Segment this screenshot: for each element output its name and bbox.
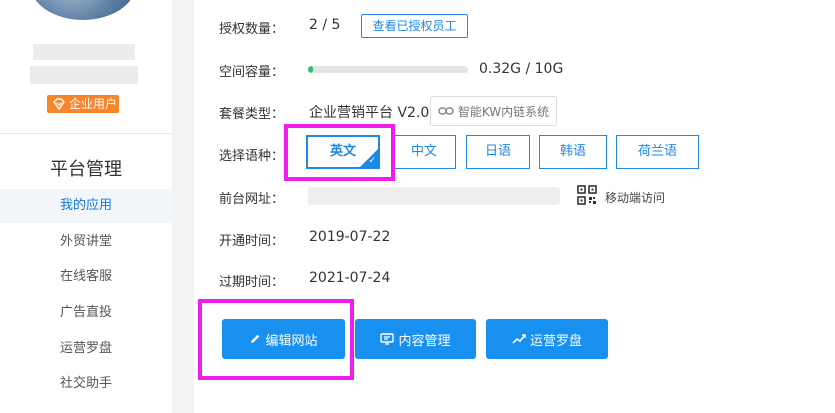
storage-value: 0.32G / 10G	[479, 61, 564, 77]
sidebar-item-trade-class[interactable]: 外贸讲堂	[0, 225, 172, 259]
storage-progress-bar	[308, 66, 468, 73]
language-option-dutch[interactable]: 荷兰语	[616, 135, 699, 169]
expire-time-label: 过期时间：	[219, 275, 285, 290]
trend-chart-icon	[512, 334, 526, 344]
language-option-japanese[interactable]: 日语	[466, 135, 530, 169]
highlight-edit-site	[198, 299, 354, 380]
sidebar-item-ad-direct[interactable]: 广告直投	[0, 296, 172, 330]
username-redacted	[33, 44, 135, 60]
expire-time-value: 2021-07-24	[309, 270, 391, 286]
language-option-chinese[interactable]: 中文	[392, 135, 456, 169]
storage-progress-fill	[308, 66, 314, 73]
sidebar-item-operation-compass[interactable]: 运营罗盘	[0, 332, 172, 366]
enterprise-user-badge: 企业用户	[47, 95, 119, 113]
content-manage-button[interactable]: 内容管理	[355, 319, 476, 359]
site-url-label: 前台网址：	[219, 192, 285, 207]
qr-code-icon[interactable]	[577, 185, 597, 205]
sidebar-separator	[0, 133, 172, 134]
sidebar-section-title: 平台管理	[50, 159, 122, 180]
sidebar-item-social-assistant[interactable]: 社交助手	[0, 367, 172, 401]
operation-compass-label: 运营罗盘	[529, 333, 582, 349]
kw-system-label: 智能KW内链系统	[457, 104, 550, 119]
sidebar-divider	[172, 0, 194, 413]
site-url-redacted[interactable]	[308, 187, 560, 205]
mobile-visit-link[interactable]: 移动端访问	[605, 189, 665, 206]
kw-system-button[interactable]: 智能KW内链系统	[430, 96, 557, 126]
open-time-label: 开通时间：	[219, 234, 285, 249]
license-label: 授权数量：	[219, 22, 285, 37]
enterprise-user-label: 企业用户	[69, 97, 118, 111]
sidebar-item-my-apps[interactable]: 我的应用	[0, 189, 172, 223]
link-icon	[438, 107, 454, 115]
user-info-redacted	[30, 66, 138, 84]
sidebar-item-online-service[interactable]: 在线客服	[0, 260, 172, 294]
language-option-korean[interactable]: 韩语	[539, 135, 607, 169]
view-staff-button[interactable]: 查看已授权员工	[361, 14, 468, 38]
plan-label: 套餐类型：	[219, 107, 285, 122]
highlight-language-selection	[284, 124, 395, 181]
language-label: 选择语种：	[219, 149, 285, 164]
diamond-icon	[53, 98, 65, 111]
operation-compass-button[interactable]: 运营罗盘	[486, 319, 608, 359]
content-manage-label: 内容管理	[398, 333, 451, 349]
storage-label: 空间容量：	[219, 65, 285, 80]
monitor-icon	[380, 333, 395, 345]
open-time-value: 2019-07-22	[309, 229, 391, 245]
plan-value: 企业营销平台 V2.0	[309, 105, 430, 121]
license-value: 2 / 5	[309, 17, 341, 33]
